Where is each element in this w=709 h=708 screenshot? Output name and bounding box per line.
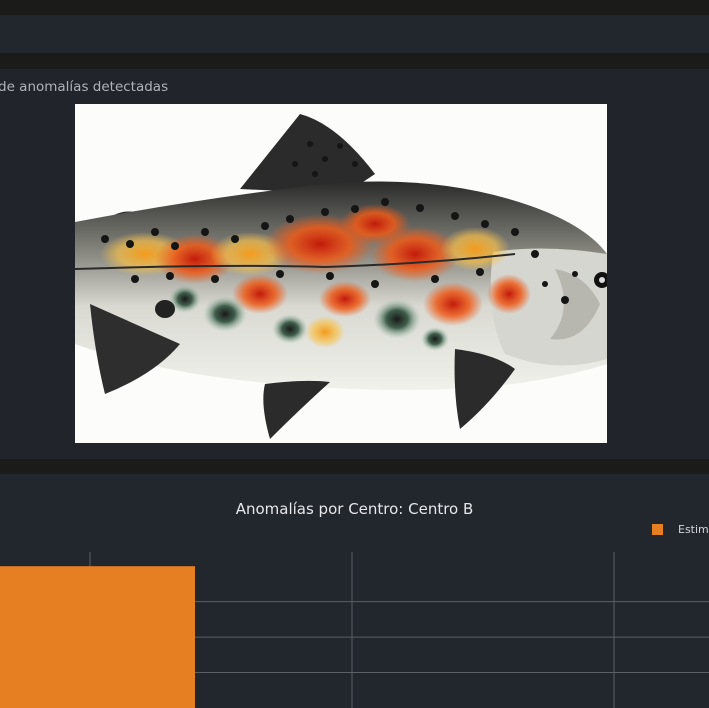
panel-divider <box>0 53 709 69</box>
anomaly-chart-panel: Anomalías por Centro: Centro B Estim <box>0 474 709 708</box>
bar-chart <box>0 552 709 708</box>
bar-0[interactable] <box>0 566 195 708</box>
fish-anomaly-image <box>75 104 607 443</box>
top-strip <box>0 0 709 15</box>
panel-divider-2 <box>0 459 709 474</box>
image-panel-title: de anomalías detectadas <box>0 79 169 95</box>
anomaly-image-panel: de anomalías detectadas <box>0 69 709 459</box>
header-panel <box>0 15 709 53</box>
